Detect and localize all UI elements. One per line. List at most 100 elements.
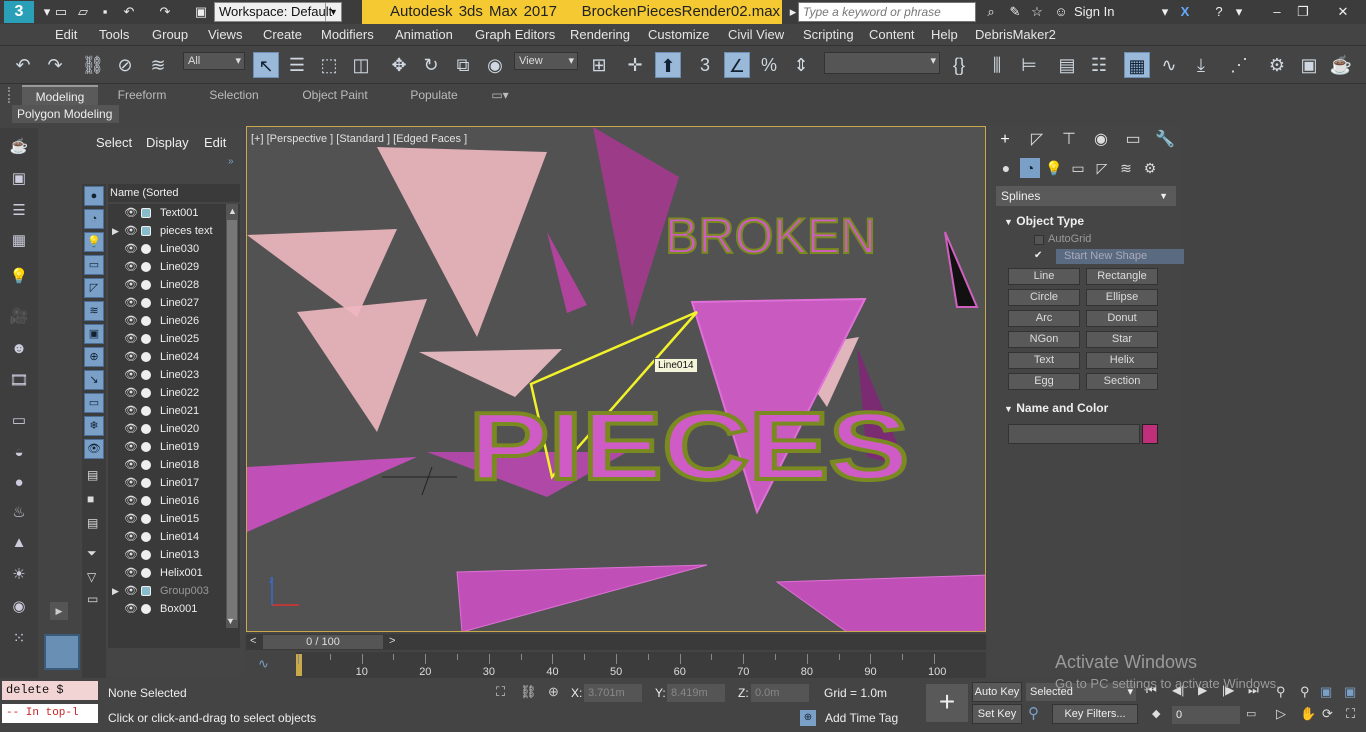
menu-tools[interactable]: Tools [99,24,129,46]
y-coordinate-field[interactable]: 8.419m [667,684,725,702]
filter-lights-icon[interactable]: 💡 [84,232,104,252]
grid-icon[interactable]: ▦ [8,230,30,252]
donut-button[interactable]: Donut [1086,310,1158,327]
person-icon[interactable]: ☻ [8,338,30,360]
scene-object-row[interactable]: 👁 Line023 [108,366,240,384]
viewport-layout-icon[interactable] [44,634,80,670]
scene-object-row[interactable]: 👁 Line026 [108,312,240,330]
set-key-large-icon[interactable]: + [926,684,968,722]
ribbon-options-icon[interactable]: ▭▾ [486,85,514,105]
filter-groups-icon[interactable]: ▣ [84,324,104,344]
curve-icon[interactable]: ∿ [258,656,269,672]
zoom-all-icon[interactable]: ⚲ [1300,684,1310,700]
pivot-center-icon[interactable]: ⊞ [586,52,612,78]
sphere-icon[interactable]: ◉ [8,596,30,618]
zoom-extents-all-icon[interactable]: ▣ [1344,684,1356,700]
save-icon[interactable]: ▪ [96,3,114,21]
tab-modeling[interactable]: Modeling [22,85,98,105]
visibility-eye-icon[interactable]: 👁 [124,258,138,276]
rendered-frame-icon[interactable]: ▣ [1296,52,1322,78]
menu-civil-view[interactable]: Civil View [728,24,784,46]
workspace-select[interactable]: Workspace: Default ▼ [214,2,342,22]
user-icon[interactable]: ☺ [1052,3,1070,21]
helpers-icon[interactable]: ◸ [1092,158,1112,178]
expand-icon[interactable]: ▶ [50,602,68,620]
time-tag-icon[interactable]: ⊕ [800,710,816,726]
menu-group[interactable]: Group [152,24,188,46]
isolate-icon[interactable]: ⛶ [496,684,505,700]
chevron-down-icon[interactable]: ▾ [1156,3,1174,21]
scene-object-row[interactable]: ▶ 👁 Group003 [108,582,240,600]
link-icon[interactable]: ⛓ [80,52,106,78]
binoculars-icon[interactable]: ⌕ [982,3,1000,21]
lights-icon[interactable]: 💡 [1044,158,1064,178]
double-chevron-icon[interactable]: » [228,156,234,167]
scene-object-row[interactable]: 👁 Line029 [108,258,240,276]
list-icon[interactable]: ▤ [87,468,98,482]
utilities-tab-icon[interactable]: 🔧 [1152,128,1178,152]
maxscript-listener-input[interactable]: delete $ [2,681,98,700]
layer-explorer-icon[interactable]: ☷ [1086,52,1112,78]
filter-geometry-icon[interactable]: ● [84,186,104,206]
scene-object-row[interactable]: 👁 Line028 [108,276,240,294]
select-manipulate-icon[interactable]: ✛ [622,52,648,78]
app-logo-icon[interactable]: 3 [4,1,34,23]
chevron-down-icon[interactable]: ▾ [1230,3,1248,21]
sign-in-button[interactable]: Sign In [1074,0,1114,24]
cone-icon[interactable]: ▲ [8,532,30,554]
scene-object-row[interactable]: 👁 Line017 [108,474,240,492]
filter-hidden-icon[interactable]: 👁 [84,439,104,459]
zoom-extents-icon[interactable]: ▣ [1320,684,1332,700]
window-crossing-icon[interactable]: ◫ [348,52,374,78]
scrollbar-thumb[interactable] [227,220,237,620]
scene-object-row[interactable]: ▶ 👁 pieces text [108,222,240,240]
close-icon[interactable]: ✕ [1334,3,1352,21]
menu-help[interactable]: Help [931,24,958,46]
pieces-text[interactable]: PIECES [467,391,911,502]
shard-pink-light[interactable] [247,229,397,317]
visibility-eye-icon[interactable]: 👁 [124,276,138,294]
filter-helpers-icon[interactable]: ◸ [84,278,104,298]
visibility-eye-icon[interactable]: 👁 [124,294,138,312]
scroll-up-icon[interactable]: ▲ [228,206,237,216]
menu-edit[interactable]: Edit [55,24,77,46]
key-filters-button[interactable]: Key Filters... [1052,704,1138,724]
visibility-eye-icon[interactable]: 👁 [124,564,138,582]
project-icon[interactable]: ▣ [192,3,210,21]
object-type-rollout[interactable]: ▼ Object Type [996,212,1170,230]
bind-spacewarp-icon[interactable]: ≋ [145,52,171,78]
selection-filter-select[interactable]: All ▾ [183,52,245,70]
visibility-eye-icon[interactable]: 👁 [124,348,138,366]
line-button[interactable]: Line [1008,268,1080,285]
display-tab-icon[interactable]: ▭ [1120,128,1146,152]
arc-button[interactable]: Arc [1008,310,1080,327]
snaps-toggle-icon[interactable]: 3 [692,52,718,78]
shapes-icon[interactable]: ◔ [1020,158,1040,178]
ngon-button[interactable]: NGon [1008,331,1080,348]
text-button[interactable]: Text [1008,352,1080,369]
object-category-select[interactable]: Splines ▼ [996,186,1176,206]
camera-icon[interactable]: 🎥 [8,306,30,328]
section-button[interactable]: Section [1086,373,1158,390]
render-icon[interactable]: ▣ [8,168,30,190]
pin-icon[interactable]: ✎ [1006,3,1024,21]
scene-object-row[interactable]: 👁 Line020 [108,420,240,438]
x-coordinate-field[interactable]: 3.701m [584,684,642,702]
scene-object-row[interactable]: 👁 Box001 [108,600,240,618]
object-color-swatch[interactable] [1142,424,1158,444]
edit-named-selection-icon[interactable]: {} [946,52,972,78]
menu-rendering[interactable]: Rendering [570,24,630,46]
scene-object-row[interactable]: 👁 Line022 [108,384,240,402]
scene-object-row[interactable]: 👁 Line027 [108,294,240,312]
render-setup-icon[interactable]: ⚙ [1264,52,1290,78]
cameras-icon[interactable]: ▭ [1068,158,1088,178]
viewport-label[interactable]: [+] [Perspective ] [Standard ] [Edged Fa… [251,133,467,145]
rectangle-button[interactable]: Rectangle [1086,268,1158,285]
menu-animation[interactable]: Animation [395,24,453,46]
scene-explorer-icon[interactable]: ▤ [1054,52,1080,78]
perspective-viewport[interactable]: BROKEN PIECES z [+] [Perspective ] [Stan… [246,126,986,632]
explorer-menu-edit[interactable]: Edit [204,135,226,150]
egg-button[interactable]: Egg [1008,373,1080,390]
menu-create[interactable]: Create [263,24,302,46]
help-icon[interactable]: ? [1210,3,1228,21]
